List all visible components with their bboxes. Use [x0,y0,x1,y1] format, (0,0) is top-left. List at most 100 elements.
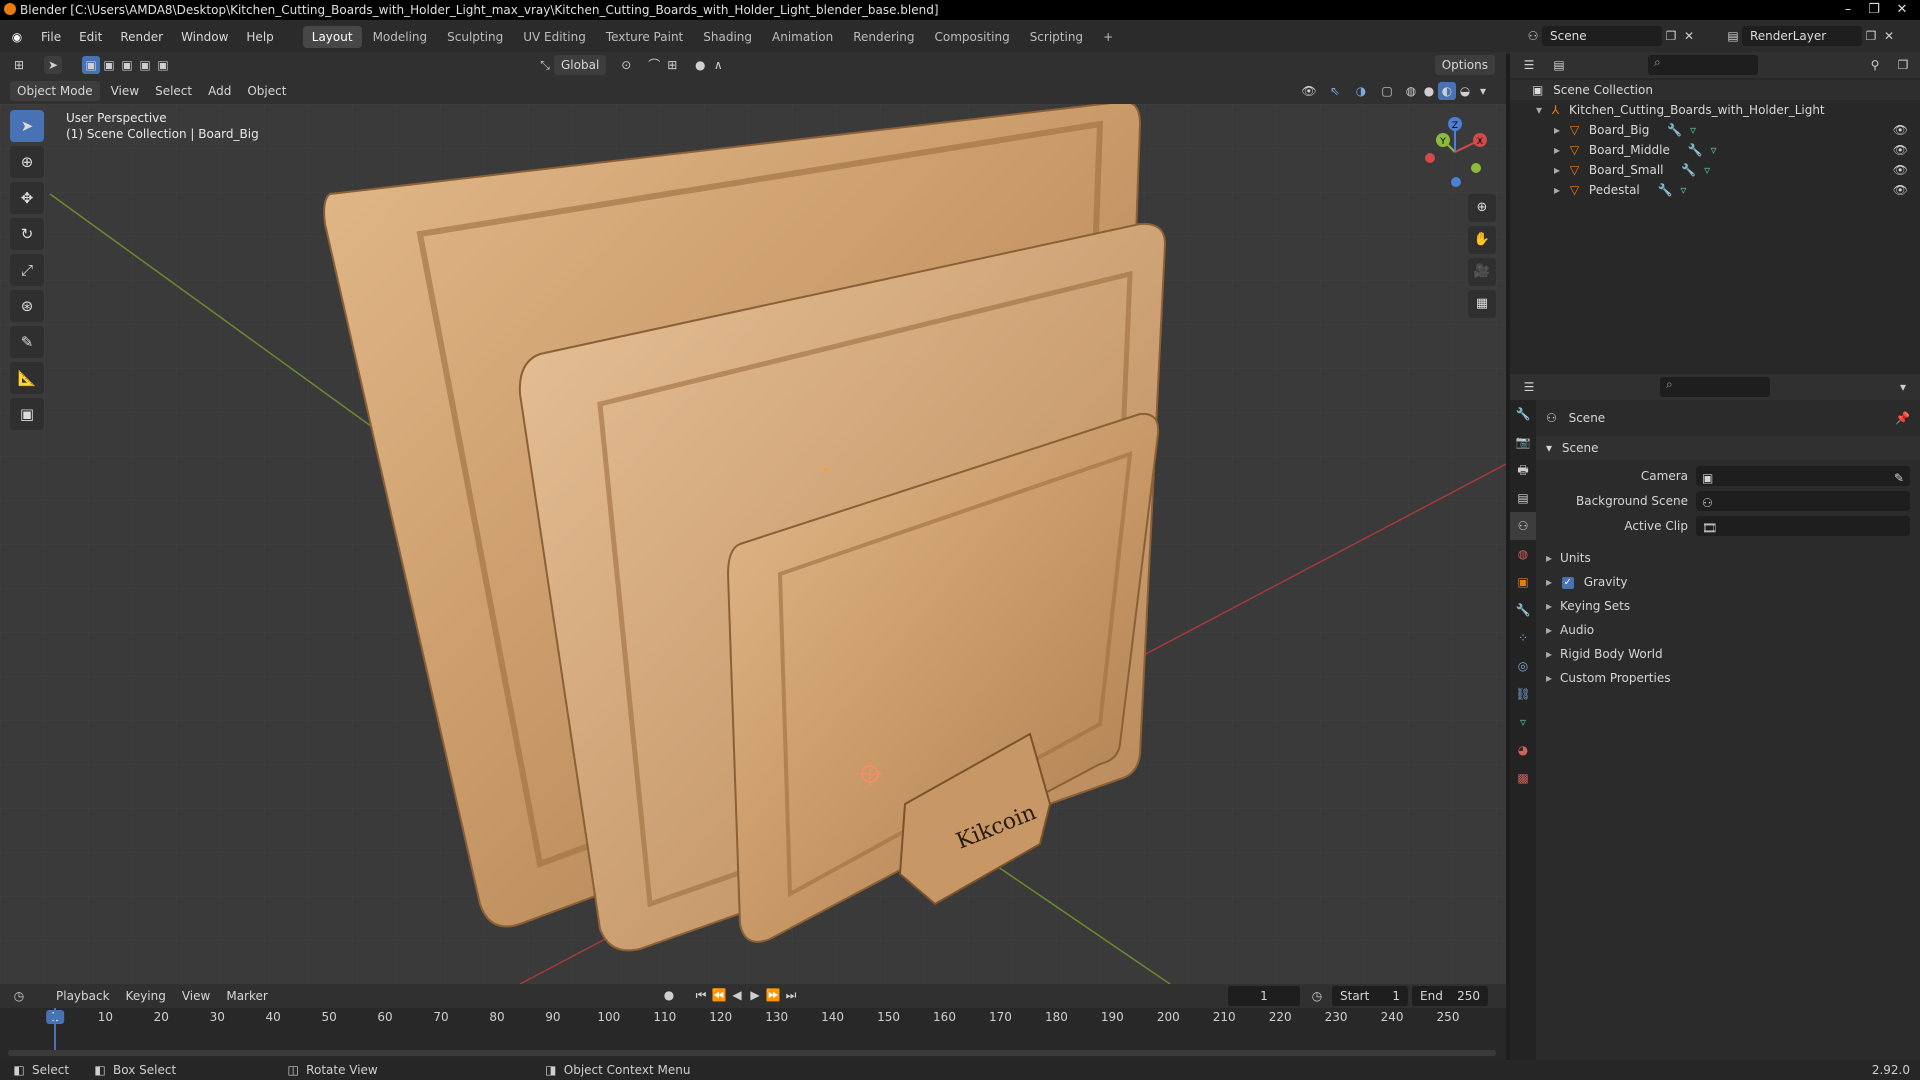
camera-field[interactable]: ▣ ✎ [1696,466,1910,486]
menu-edit[interactable]: Edit [70,20,111,54]
outliner-collection[interactable]: ▾ ⅄ Kitchen_Cutting_Boards_with_Holder_L… [1510,100,1920,120]
mode-invert-icon[interactable]: ▣ [136,56,154,74]
move-icon[interactable]: ✥ [10,182,44,214]
add-workspace-icon[interactable]: + [1094,26,1122,48]
tab-compositing[interactable]: Compositing [925,26,1018,48]
falloff-icon[interactable]: ∧ [709,56,727,74]
pan-hand-icon[interactable]: ✋ [1468,226,1496,254]
minimize-icon[interactable]: – [1836,0,1860,20]
gravity-checkbox[interactable]: ✓ [1561,576,1574,589]
tab-scene[interactable]: ⚇ [1510,512,1536,540]
annotate-icon[interactable]: ✎ [10,326,44,358]
new-collection-icon[interactable]: ❐ [1894,56,1912,74]
timeline[interactable]: 1102030405060708090100110120130140150160… [0,1008,1506,1060]
shading-material-icon[interactable]: ◐ [1438,82,1456,100]
panel-keying-sets[interactable]: ▸ Keying Sets [1536,594,1920,618]
eye-icon[interactable]: 👁 [1893,140,1908,160]
blender-menu-icon[interactable]: ◉ [8,28,26,46]
expand-icon[interactable]: ▸ [1554,123,1560,137]
tab-sculpting[interactable]: Sculpting [438,26,512,48]
outliner-item-pedestal[interactable]: ▸ ▽ Pedestal 🔧 ▿ 👁 [1510,180,1920,200]
render-layer-field[interactable]: RenderLayer [1742,26,1862,46]
outliner-root[interactable]: ▣ Scene Collection [1510,80,1920,100]
panel-units[interactable]: ▸ Units [1536,546,1920,570]
menu-keying[interactable]: Keying [118,986,174,1006]
expand-icon[interactable]: ▸ [1554,163,1560,177]
tab-constraints[interactable]: ⛓ [1510,680,1536,708]
menu-playback[interactable]: Playback [48,986,118,1006]
shading-rendered-icon[interactable]: ◒ [1456,82,1474,100]
eye-icon[interactable]: 👁 [1893,120,1908,140]
expand-icon[interactable]: ▸ [1554,143,1560,157]
pin-icon[interactable]: 📌 [1895,406,1910,430]
menu-file[interactable]: File [32,20,70,54]
jump-end-icon[interactable]: ⏭ [782,986,800,1004]
menu-view[interactable]: View [103,81,147,101]
tab-texture[interactable]: ▩ [1510,764,1536,792]
measure-icon[interactable]: 📐 [10,362,44,394]
outliner-item-board-middle[interactable]: ▸ ▽ Board_Middle 🔧 ▿ 👁 [1510,140,1920,160]
record-icon[interactable]: ● [660,986,678,1004]
menu-object[interactable]: Object [239,81,294,101]
properties-editor-icon[interactable]: ☰ [1520,378,1538,396]
playhead[interactable] [54,1008,56,1052]
shading-wireframe-icon[interactable]: ◍ [1402,82,1420,100]
tab-layout[interactable]: Layout [302,26,362,48]
select-box-icon[interactable]: ➤ [10,110,44,142]
tab-animation[interactable]: Animation [763,26,842,48]
panel-custom-properties[interactable]: ▸ Custom Properties [1536,666,1920,690]
menu-render[interactable]: Render [111,20,172,54]
tab-scripting[interactable]: Scripting [1021,26,1092,48]
overlay-toggle-icon[interactable]: ◑ [1352,82,1370,100]
menu-add[interactable]: Add [200,81,239,101]
current-frame-field[interactable]: 1 [1228,986,1300,1006]
tab-modeling[interactable]: Modeling [364,26,437,48]
snap-target-icon[interactable]: ⊞ [663,56,681,74]
outliner-editor-icon[interactable]: ☰ [1520,56,1538,74]
remove-layer-icon[interactable]: ✕ [1880,27,1898,45]
panel-scene-header[interactable]: ▾ Scene [1536,436,1920,460]
display-mode-icon[interactable]: ▤ [1550,56,1568,74]
close-icon[interactable]: ✕ [1890,0,1914,20]
tab-data[interactable]: ▿ [1510,708,1536,736]
select-tool-icon[interactable]: ➤ [44,56,62,74]
zoom-icon[interactable]: ⊕ [1468,194,1496,222]
snap-icon[interactable]: ⌒ [645,56,663,74]
properties-options-icon[interactable]: ▾ [1894,378,1912,396]
background-scene-field[interactable]: ⚇ [1696,491,1910,511]
scale-icon[interactable]: ⤢ [10,254,44,286]
camera-view-icon[interactable]: 🎥 [1468,258,1496,286]
tab-physics[interactable]: ◎ [1510,652,1536,680]
play-reverse-icon[interactable]: ◀ [728,986,746,1004]
timeline-editor-icon[interactable]: ◷ [10,987,28,1005]
tab-modifiers[interactable]: 🔧 [1510,596,1536,624]
mode-subtract-icon[interactable]: ▣ [118,56,136,74]
collapse-icon[interactable]: ▾ [1536,103,1542,117]
proportional-edit-icon[interactable]: ● [691,56,709,74]
outliner-search-input[interactable]: ⌕ [1648,55,1758,75]
tab-object[interactable]: ▣ [1510,568,1536,596]
panel-audio[interactable]: ▸ Audio [1536,618,1920,642]
preview-range-icon[interactable]: ◷ [1308,987,1326,1005]
tab-world[interactable]: ◍ [1510,540,1536,568]
menu-marker[interactable]: Marker [218,986,275,1006]
scene-name-field[interactable]: Scene [1542,26,1662,46]
jump-start-icon[interactable]: ⏮ [692,986,710,1004]
mode-intersect-icon[interactable]: ▣ [154,56,172,74]
options-dropdown[interactable]: Options [1434,55,1495,75]
editor-type-icon[interactable]: ⊞ [10,56,28,74]
outliner-item-board-small[interactable]: ▸ ▽ Board_Small 🔧 ▿ 👁 [1510,160,1920,180]
tab-shading[interactable]: Shading [694,26,761,48]
transform-icon[interactable]: ⊛ [10,290,44,322]
tab-texture-paint[interactable]: Texture Paint [597,26,692,48]
visibility-icon[interactable]: 👁 [1300,82,1318,100]
render-layer-selector[interactable]: ▤ RenderLayer ❐ ✕ [1724,26,1898,46]
cursor-icon[interactable]: ⊕ [10,146,44,178]
mode-extend-icon[interactable]: ▣ [100,56,118,74]
tab-particles[interactable]: ⁘ [1510,624,1536,652]
tab-uv-editing[interactable]: UV Editing [514,26,595,48]
tab-tool[interactable]: 🔧 [1510,400,1536,428]
transform-orientation-dropdown[interactable]: Global [554,55,607,75]
3d-viewport[interactable]: Kikcoin X Y Z ⊕ ✋ 🎥 ▦ [0,104,1506,984]
new-scene-icon[interactable]: ❐ [1662,27,1680,45]
